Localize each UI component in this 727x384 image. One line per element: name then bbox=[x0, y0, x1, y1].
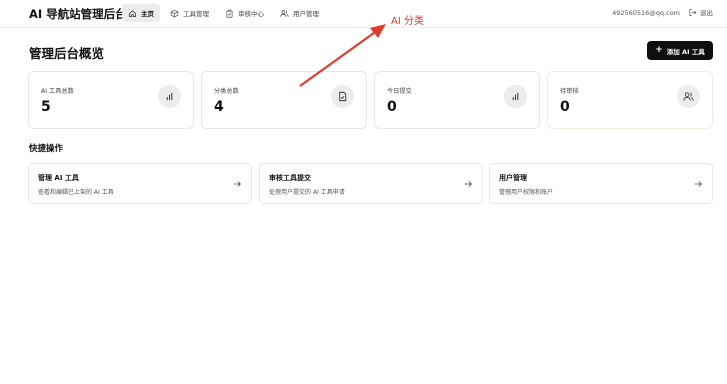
stat-label: 待审核 bbox=[560, 88, 579, 95]
package-icon bbox=[170, 9, 179, 17]
home-icon bbox=[129, 9, 136, 17]
action-title: 用户管理 bbox=[499, 174, 527, 182]
annotation-arrow bbox=[299, 24, 386, 87]
annotation-label: AI 分类 bbox=[391, 16, 424, 27]
action-title: 管理 AI 工具 bbox=[38, 174, 79, 182]
action-desc: 处理用户提交的 AI 工具申请 bbox=[269, 189, 345, 196]
arrow-right-icon bbox=[464, 181, 472, 187]
bar-chart-icon bbox=[158, 85, 181, 108]
nav-item-label: 工具管理 bbox=[183, 10, 209, 18]
users-icon bbox=[280, 9, 289, 17]
logout-icon bbox=[689, 8, 697, 16]
clipboard-icon bbox=[226, 9, 233, 18]
action-desc: 查看和编辑已上架的 AI 工具 bbox=[38, 189, 114, 196]
stat-value: 0 bbox=[560, 99, 570, 115]
stat-card-pending-review: 待审核 0 bbox=[547, 71, 713, 129]
nav-item-tools[interactable]: 工具管理 bbox=[164, 4, 215, 22]
add-ai-tool-button[interactable]: + 添加 AI 工具 bbox=[647, 41, 713, 60]
nav-item-label: 审核中心 bbox=[238, 10, 264, 18]
action-card-review-submissions[interactable]: 审核工具提交 处理用户提交的 AI 工具申请 bbox=[259, 163, 483, 204]
bar-chart-icon bbox=[504, 85, 527, 108]
stat-label: 分类总数 bbox=[214, 88, 239, 95]
stat-value: 5 bbox=[41, 99, 51, 115]
quick-actions-title: 快捷操作 bbox=[29, 144, 64, 154]
nav-item-home[interactable]: 主页 bbox=[122, 4, 160, 22]
app-title[interactable]: AI 导航站管理后台 bbox=[29, 6, 127, 22]
nav-item-label: 主页 bbox=[141, 10, 154, 18]
stat-card-total-tools: AI 工具总数 5 bbox=[28, 71, 194, 129]
logout-button[interactable]: 退出 bbox=[688, 7, 713, 17]
action-desc: 管理用户权限和账户 bbox=[499, 189, 554, 196]
users-icon bbox=[677, 85, 700, 108]
plus-icon: + bbox=[655, 45, 663, 55]
action-card-manage-tools[interactable]: 管理 AI 工具 查看和编辑已上架的 AI 工具 bbox=[28, 163, 252, 204]
nav-item-review[interactable]: 审核中心 bbox=[219, 4, 270, 22]
stat-label: AI 工具总数 bbox=[41, 88, 74, 95]
arrow-right-icon bbox=[233, 181, 241, 187]
logout-label: 退出 bbox=[700, 9, 713, 17]
page-title: 管理后台概览 bbox=[29, 46, 105, 61]
action-card-user-management[interactable]: 用户管理 管理用户权限和账户 bbox=[489, 163, 713, 204]
action-title: 审核工具提交 bbox=[269, 174, 311, 182]
stat-value: 0 bbox=[387, 99, 397, 115]
add-button-label: 添加 AI 工具 bbox=[666, 47, 705, 56]
user-email: 492560516@qq.com bbox=[612, 9, 680, 17]
stat-value: 4 bbox=[214, 99, 224, 115]
arrow-right-icon bbox=[694, 181, 702, 187]
